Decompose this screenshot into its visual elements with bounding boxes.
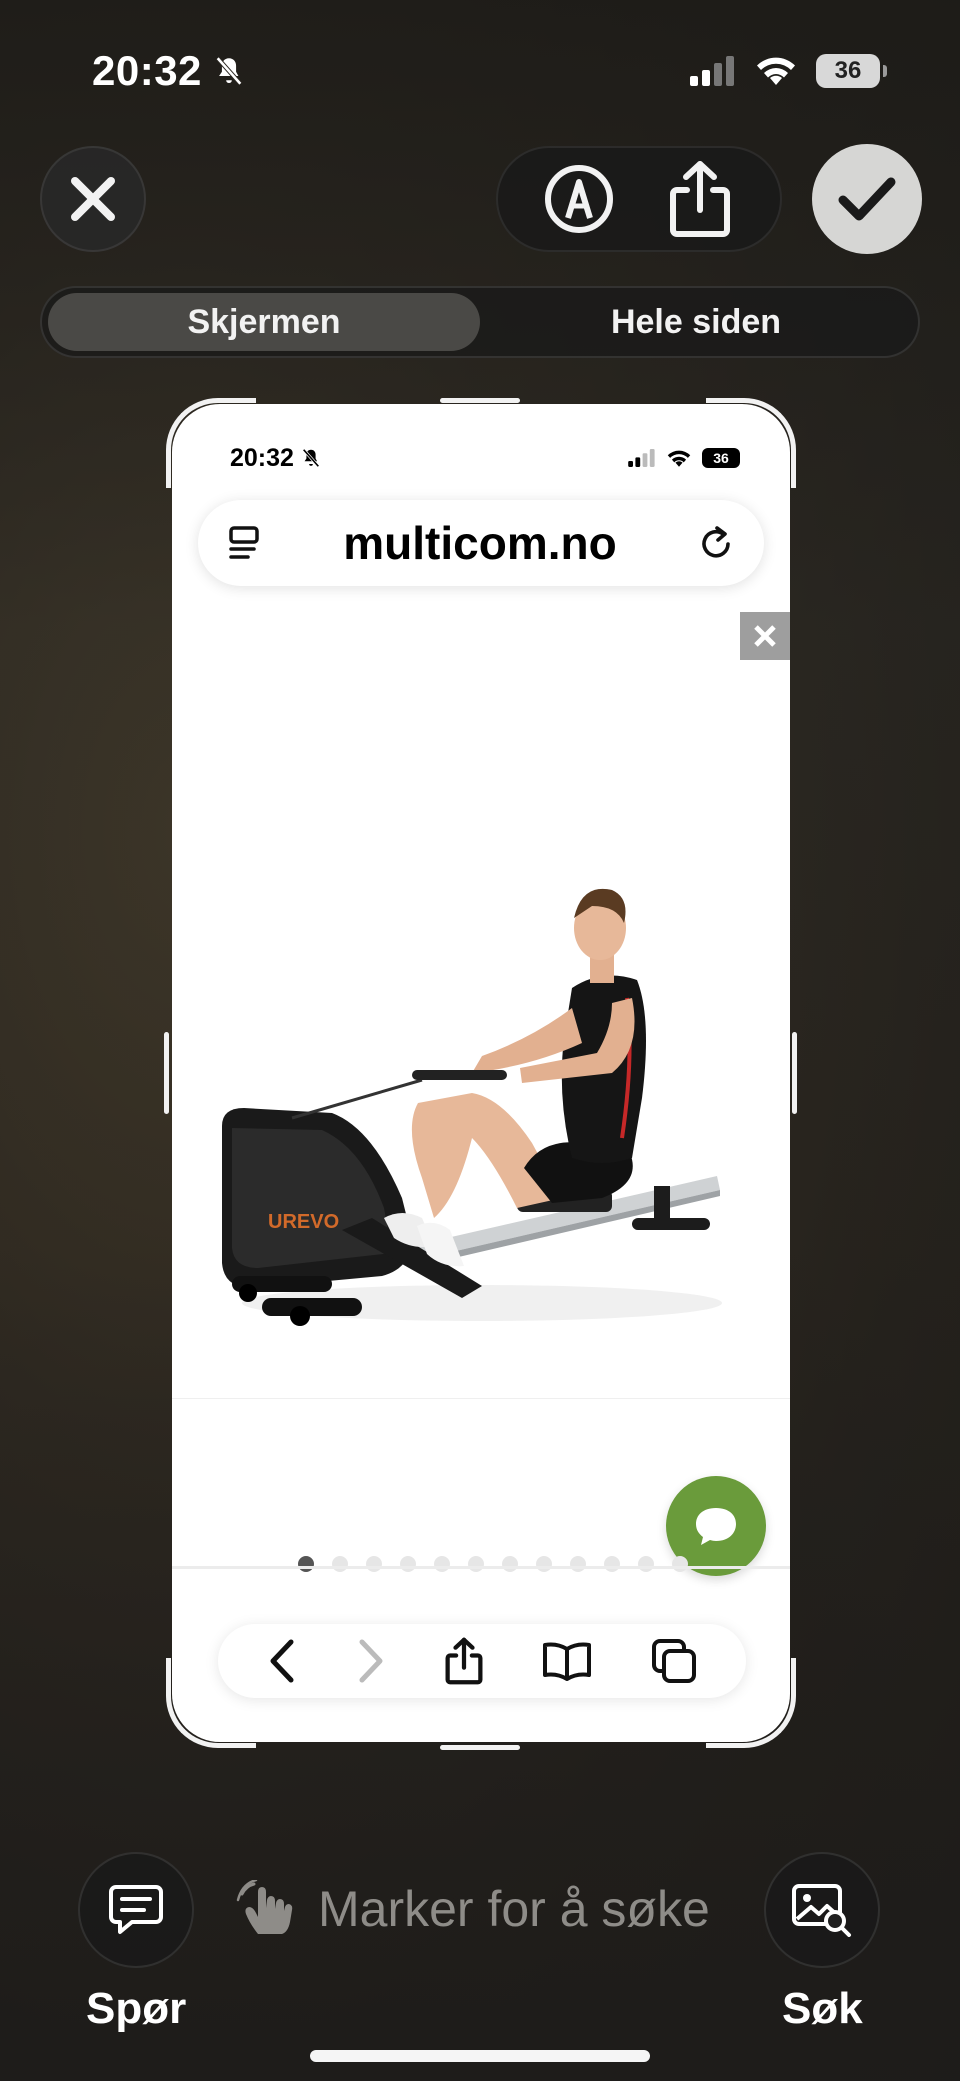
url-bar[interactable]: multicom.no — [198, 500, 764, 586]
status-bar: 20:32 36 — [92, 46, 887, 96]
cellular-signal-icon — [628, 449, 655, 467]
markup-button[interactable] — [534, 154, 624, 244]
carousel-dot[interactable] — [604, 1556, 620, 1572]
close-icon — [754, 625, 776, 647]
battery-indicator: 36 — [816, 54, 887, 88]
crop-handle-top[interactable] — [440, 398, 520, 403]
select-to-search-hint: Marker for å søke — [236, 1880, 710, 1938]
tools-group — [496, 146, 782, 252]
browser-toolbar — [218, 1624, 746, 1698]
carousel-dot[interactable] — [536, 1556, 552, 1572]
chat-bubble-icon — [696, 1508, 736, 1545]
status-time: 20:32 — [92, 47, 202, 94]
carousel-dot[interactable] — [434, 1556, 450, 1572]
wifi-icon — [667, 450, 691, 467]
close-icon — [71, 177, 115, 221]
page-menu-icon — [229, 526, 259, 559]
bookmarks-icon[interactable] — [542, 1641, 592, 1681]
back-icon[interactable] — [267, 1638, 297, 1684]
search-button[interactable] — [764, 1852, 880, 1968]
status-time-group: 20:32 — [92, 47, 246, 95]
status-right: 36 — [690, 54, 887, 88]
crop-handle-bottom[interactable] — [440, 1745, 520, 1750]
carousel-dot[interactable] — [298, 1556, 314, 1572]
carousel-indicator — [298, 1556, 688, 1572]
preview-status-bar: 20:32 36 — [230, 440, 740, 476]
carousel-dot[interactable] — [366, 1556, 382, 1572]
carousel-dot[interactable] — [638, 1556, 654, 1572]
tab-full-page[interactable]: Hele siden — [480, 293, 912, 351]
carousel-dot[interactable] — [468, 1556, 484, 1572]
image-search-icon — [792, 1884, 851, 1937]
share-button[interactable] — [655, 154, 745, 244]
forward-icon[interactable] — [356, 1638, 386, 1684]
ad-close-button[interactable] — [740, 612, 790, 660]
capture-mode-segment: Skjermen Hele siden — [40, 286, 920, 358]
carousel-dot[interactable] — [502, 1556, 518, 1572]
share-icon[interactable] — [444, 1636, 484, 1686]
wifi-icon — [757, 57, 795, 85]
bell-slash-icon — [302, 448, 320, 468]
carousel-dot[interactable] — [570, 1556, 586, 1572]
close-button[interactable] — [40, 146, 146, 252]
carousel-dot[interactable] — [332, 1556, 348, 1572]
url-text: multicom.no — [343, 517, 617, 569]
tab-screen[interactable]: Skjermen — [48, 293, 480, 351]
hint-text: Marker for å søke — [318, 1881, 710, 1937]
divider — [172, 1398, 790, 1399]
product-image[interactable]: UREVO — [172, 798, 790, 1398]
checkmark-icon — [838, 177, 896, 221]
divider — [172, 1566, 790, 1569]
crop-handle-left[interactable] — [164, 1032, 169, 1114]
done-button[interactable] — [812, 144, 922, 254]
search-label: Søk — [782, 1984, 863, 2033]
message-bubble-icon — [109, 1885, 163, 1934]
carousel-dot[interactable] — [672, 1556, 688, 1572]
crop-handle-right[interactable] — [792, 1032, 797, 1114]
brand-logo: UREVO — [268, 1211, 339, 1233]
reload-icon — [702, 526, 730, 558]
cellular-signal-icon — [690, 56, 734, 86]
tabs-icon[interactable] — [651, 1638, 697, 1684]
markup-pen-icon — [544, 165, 613, 233]
home-indicator[interactable] — [310, 2050, 650, 2062]
screenshot-preview[interactable]: 20:32 36 multicom.no UREVO — [172, 404, 790, 1742]
share-icon — [669, 161, 730, 237]
carousel-dot[interactable] — [400, 1556, 416, 1572]
bell-slash-icon — [215, 56, 242, 86]
ask-label: Spør — [86, 1984, 187, 2033]
ask-button[interactable] — [78, 1852, 194, 1968]
tap-hand-icon — [236, 1880, 293, 1934]
